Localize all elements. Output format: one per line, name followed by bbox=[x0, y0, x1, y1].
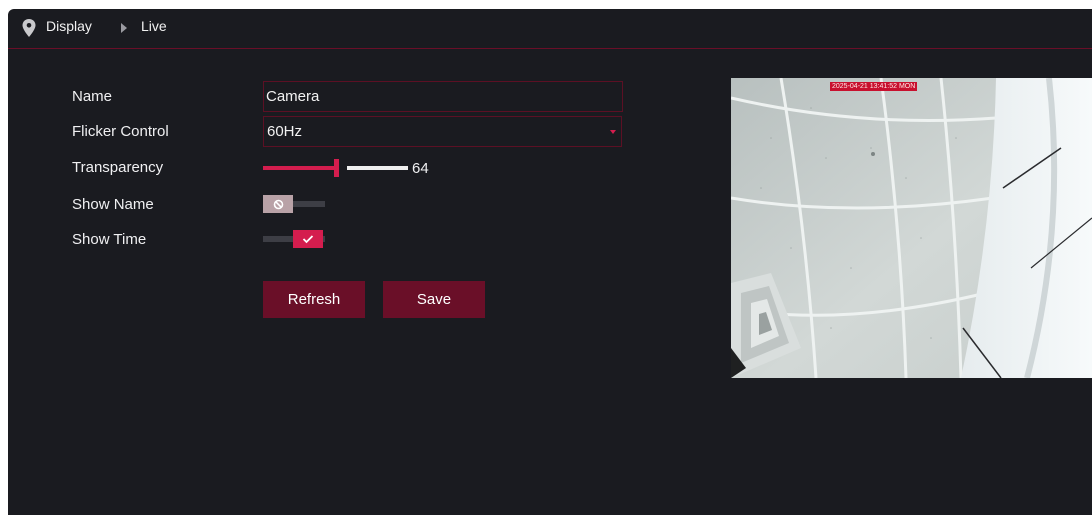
breadcrumb-live: Live bbox=[141, 18, 167, 34]
refresh-button[interactable]: Refresh bbox=[263, 281, 365, 318]
save-button[interactable]: Save bbox=[383, 281, 485, 318]
slider-thumb[interactable] bbox=[334, 159, 339, 177]
location-pin-icon bbox=[22, 19, 36, 37]
flicker-control-label: Flicker Control bbox=[72, 123, 169, 140]
live-preview: 2025-04-21 13:41:52 MON bbox=[731, 78, 1092, 378]
flicker-control-value: 60Hz bbox=[267, 123, 303, 140]
breadcrumb: Display Live bbox=[8, 9, 1092, 49]
toggle-knob bbox=[263, 195, 293, 213]
ban-icon bbox=[273, 199, 283, 209]
osd-timestamp: 2025-04-21 13:41:52 MON bbox=[830, 82, 918, 91]
name-label: Name bbox=[72, 88, 113, 105]
transparency-value: 64 bbox=[412, 160, 429, 177]
caret-right-icon bbox=[121, 23, 127, 33]
slider-fill bbox=[263, 166, 334, 170]
transparency-label: Transparency bbox=[72, 159, 164, 176]
toggle-knob bbox=[293, 230, 323, 248]
name-input[interactable] bbox=[263, 81, 623, 112]
flicker-control-select[interactable]: 60Hz bbox=[263, 116, 622, 147]
show-name-toggle[interactable] bbox=[263, 195, 325, 213]
check-icon bbox=[302, 235, 314, 244]
show-time-label: Show Time bbox=[72, 231, 147, 248]
slider-gap bbox=[339, 166, 347, 170]
camera-preview-image bbox=[731, 78, 1092, 378]
display-live-panel: Display Live Name Flicker Control 60Hz T… bbox=[8, 9, 1092, 515]
caret-down-icon bbox=[610, 130, 616, 134]
show-time-toggle[interactable] bbox=[263, 230, 325, 248]
show-name-label: Show Name bbox=[72, 196, 154, 213]
breadcrumb-display[interactable]: Display bbox=[46, 18, 92, 34]
transparency-slider[interactable] bbox=[263, 159, 408, 177]
